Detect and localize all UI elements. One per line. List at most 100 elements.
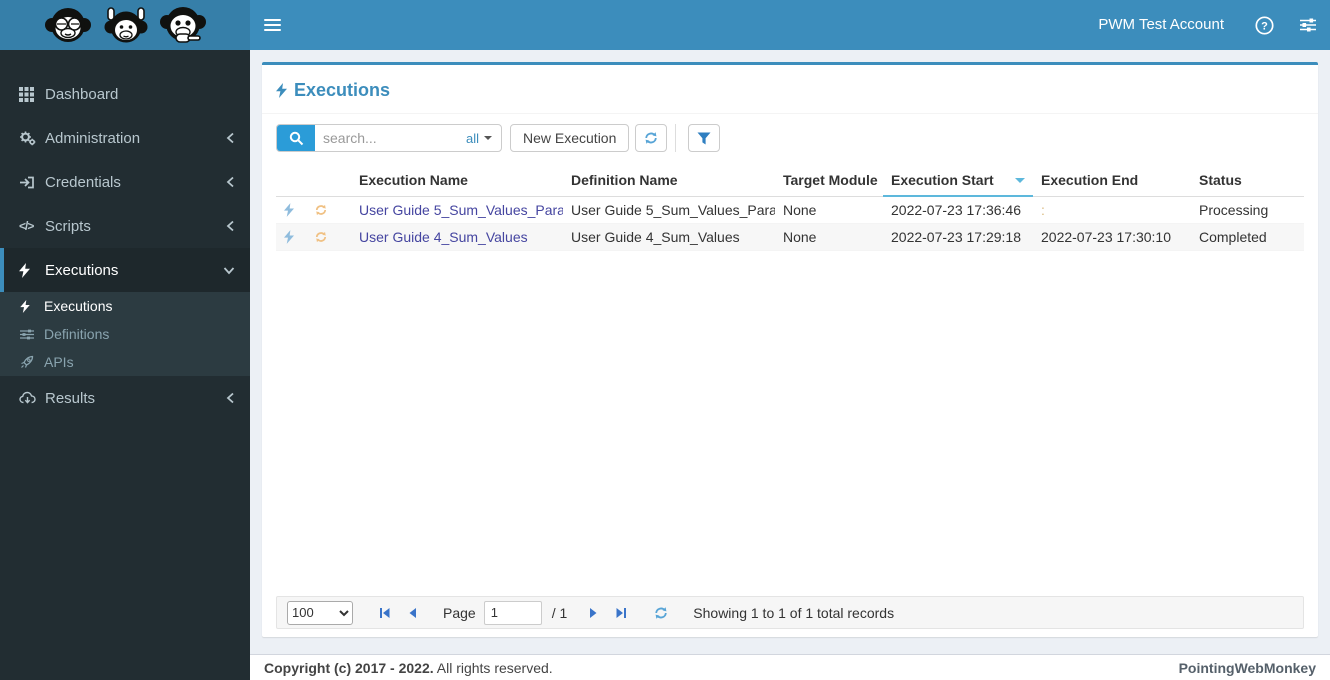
last-page-button[interactable] <box>609 601 633 625</box>
footer-brand: PointingWebMonkey <box>1178 659 1316 676</box>
sidebar-item-credentials[interactable]: Credentials <box>0 160 250 204</box>
executions-table-wrap: Execution Name Definition Name Target Mo… <box>262 152 1318 251</box>
bolt-icon <box>19 262 45 278</box>
copyright-text: Copyright (c) 2017 - 2022. <box>264 659 434 676</box>
page-size-select[interactable]: 100 <box>287 600 353 625</box>
bolt-icon <box>276 83 287 98</box>
table-empty-space <box>262 251 1318 596</box>
records-summary: Showing 1 to 1 of 1 total records <box>693 604 895 621</box>
execution-name-link[interactable]: User Guide 5_Sum_Values_Param <box>359 202 563 218</box>
sidebar-item-results[interactable]: Results <box>0 376 250 420</box>
pagination-refresh-button[interactable] <box>649 601 673 625</box>
col-execution-start[interactable]: Execution Start <box>883 166 1033 197</box>
page-title: Executions <box>294 80 391 100</box>
new-execution-button[interactable]: New Execution <box>510 124 630 152</box>
account-menu[interactable]: PWM Test Account <box>1080 0 1242 50</box>
next-page-icon <box>590 607 597 618</box>
equalizer-icon <box>20 328 44 341</box>
search-input[interactable] <box>315 125 457 151</box>
execution-name-link[interactable]: User Guide 4_Sum_Values <box>359 229 528 245</box>
definition-name-cell: User Guide 5_Sum_Values_Param <box>563 196 775 224</box>
submenu-item-executions[interactable]: Executions <box>0 292 250 320</box>
settings-button[interactable] <box>1286 0 1330 50</box>
page-label: Page <box>443 604 476 621</box>
definition-name-cell: User Guide 4_Sum_Values <box>563 223 775 251</box>
search-scope-label: all <box>465 130 479 146</box>
col-definition-name[interactable]: Definition Name <box>563 166 775 197</box>
sliders-icon <box>1300 18 1316 32</box>
sidebar-toggle-button[interactable] <box>250 0 295 50</box>
col-run-icon <box>276 166 306 197</box>
pagination-bar: 100 Page / 1 <box>276 596 1304 629</box>
search-button[interactable] <box>277 125 315 151</box>
app-logo[interactable] <box>0 0 250 50</box>
next-page-button[interactable] <box>581 601 605 625</box>
sort-desc-icon <box>1015 178 1025 183</box>
chevron-left-icon <box>226 176 235 188</box>
filter-button[interactable] <box>688 124 721 152</box>
status-cell: Completed <box>1191 223 1304 251</box>
total-pages-label: / 1 <box>551 604 568 621</box>
bolt-icon <box>20 299 44 313</box>
execution-start-cell: 2022-07-23 17:29:18 <box>883 223 1033 251</box>
rerun-action-cell[interactable] <box>306 223 351 251</box>
page-number-input[interactable] <box>483 600 542 625</box>
sidebar-item-executions[interactable]: Executions <box>0 248 250 292</box>
table-header-row: Execution Name Definition Name Target Mo… <box>276 166 1304 197</box>
search-scope-dropdown[interactable]: all <box>457 131 501 146</box>
execution-end-cell: 2022-07-23 17:30:10 <box>1033 223 1191 251</box>
run-action-cell[interactable] <box>276 196 306 224</box>
footer: Copyright (c) 2017 - 2022. All rights re… <box>250 654 1330 680</box>
sidebar-item-label: Credentials <box>45 173 121 191</box>
first-page-button[interactable] <box>373 601 397 625</box>
execution-name-cell: User Guide 5_Sum_Values_Param <box>351 196 563 224</box>
cogs-icon <box>19 130 45 146</box>
toolbar: all New Execution <box>262 114 1318 152</box>
sidebar-item-scripts[interactable]: </> Scripts <box>0 204 250 248</box>
first-page-icon <box>380 607 390 618</box>
table-row: User Guide 5_Sum_Values_Param User Guide… <box>276 196 1304 224</box>
refresh-button[interactable] <box>635 124 668 152</box>
table-row: User Guide 4_Sum_Values User Guide 4_Sum… <box>276 223 1304 251</box>
executions-panel: Executions all New Execution <box>262 62 1318 637</box>
submenu-item-apis[interactable]: APIs <box>0 348 250 376</box>
chevron-left-icon <box>226 392 235 404</box>
submenu-item-definitions[interactable]: Definitions <box>0 320 250 348</box>
rocket-icon <box>20 355 44 369</box>
execution-end-cell: : <box>1033 196 1191 224</box>
chevron-left-icon <box>226 132 235 144</box>
executions-table: Execution Name Definition Name Target Mo… <box>276 166 1304 251</box>
search-icon <box>289 131 303 145</box>
col-execution-name[interactable]: Execution Name <box>351 166 563 197</box>
toolbar-divider <box>675 124 677 152</box>
grid-icon <box>19 86 45 102</box>
sidebar-item-label: Results <box>45 389 96 407</box>
top-header: PWM Test Account ? <box>0 0 1330 50</box>
sidebar-item-administration[interactable]: Administration <box>0 116 250 160</box>
help-button[interactable]: ? <box>1242 0 1286 50</box>
sidebar-item-label: Dashboard <box>45 85 119 103</box>
panel-header: Executions <box>262 65 1318 114</box>
rerun-action-cell[interactable] <box>306 196 351 224</box>
col-rerun-icon <box>306 166 351 197</box>
chevron-left-icon <box>226 220 235 232</box>
col-target-module[interactable]: Target Module <box>775 166 883 197</box>
execution-name-cell: User Guide 4_Sum_Values <box>351 223 563 251</box>
question-circle-icon: ? <box>1254 15 1274 35</box>
bolt-icon <box>284 230 298 244</box>
sidebar-item-dashboard[interactable]: Dashboard <box>0 72 250 116</box>
code-icon: </> <box>19 219 34 233</box>
col-execution-end[interactable]: Execution End <box>1033 166 1191 197</box>
prev-page-button[interactable] <box>401 601 425 625</box>
caret-down-icon <box>484 136 492 140</box>
status-cell: Processing <box>1191 196 1304 224</box>
sidebar-item-label: Executions <box>45 261 119 279</box>
target-module-cell: None <box>775 196 883 224</box>
prev-page-icon <box>409 607 416 618</box>
col-status[interactable]: Status <box>1191 166 1304 197</box>
rights-text: All rights reserved. <box>436 659 553 676</box>
run-action-cell[interactable] <box>276 223 306 251</box>
rerun-icon <box>314 230 343 244</box>
bolt-icon <box>284 202 298 217</box>
sidebar-item-label: Scripts <box>45 217 91 235</box>
